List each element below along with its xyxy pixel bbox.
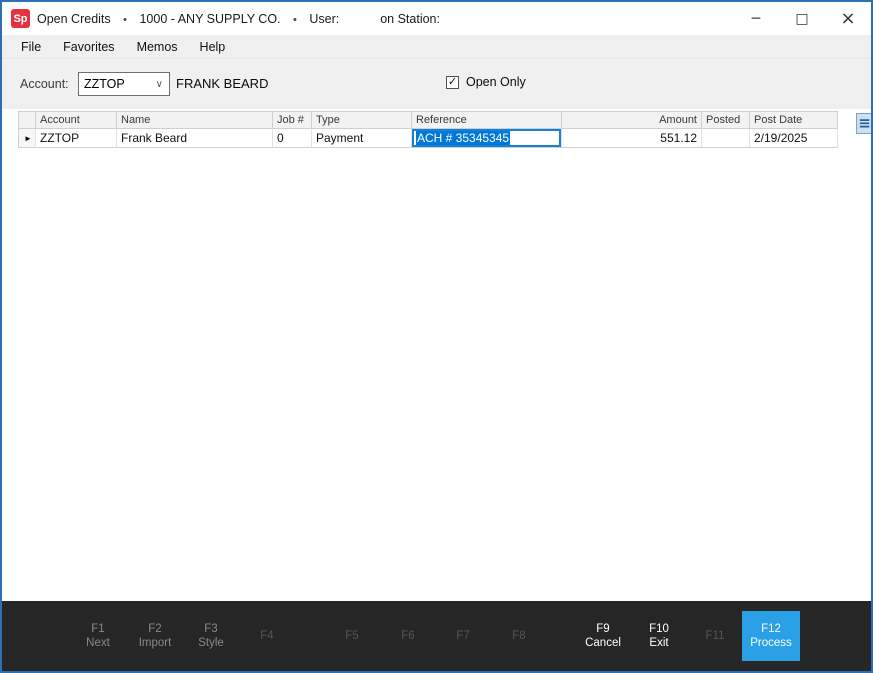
fkey-f2-label: Import [127,636,183,650]
minimize-icon: ─ [752,11,760,27]
account-name-display: FRANK BEARD [176,76,268,91]
fkey-f12-process-button[interactable]: F12 Process [742,611,800,661]
grid-header-selector [18,111,36,129]
grid-zone: Account Name Job # Type Reference Amount… [2,109,871,601]
close-button[interactable]: × [825,2,871,35]
grid-header-row: Account Name Job # Type Reference Amount… [18,111,838,129]
fkey-f6: F6 [380,629,436,643]
menu-item-help[interactable]: Help [189,37,237,57]
maximize-button[interactable]: □ [779,2,825,35]
fkey-f10-key: F10 [631,622,687,636]
fkey-f4: F4 [239,629,295,643]
fkey-f1-key: F1 [70,622,126,636]
open-only-checkbox-group[interactable]: ✓ Open Only [446,75,526,89]
fkey-f1-label: Next [70,636,126,650]
fkey-f3: F3 Style [183,622,239,650]
cell-type[interactable]: Payment [312,129,412,148]
grid-menu-icon[interactable]: ≡ [856,113,873,134]
fkey-f5: F5 [324,629,380,643]
chevron-down-icon: ∨ [156,79,163,90]
window-title: Open Credits • 1000 - ANY SUPPLY CO. • U… [37,12,440,26]
cell-account[interactable]: ZZTOP [36,129,117,148]
fkey-f12-key: F12 [761,622,781,636]
grid-header-posted[interactable]: Posted [702,111,750,129]
app-logo-icon: Sp [11,9,30,28]
menu-item-file[interactable]: File [10,37,52,57]
cell-reference[interactable]: ACH # 35345345 [412,129,562,148]
fkey-f7: F7 [435,629,491,643]
fkey-f2: F2 Import [127,622,183,650]
menu-bar: File Favorites Memos Help [2,35,871,59]
fkey-f1: F1 Next [70,622,126,650]
app-window: Sp Open Credits • 1000 - ANY SUPPLY CO. … [0,0,873,673]
menu-item-memos[interactable]: Memos [126,37,189,57]
minimize-button[interactable]: ─ [733,2,779,35]
grid-header-type[interactable]: Type [312,111,412,129]
fkey-f7-key: F7 [435,629,491,643]
function-key-bar: F1 Next F2 Import F3 Style F4 F5 F6 F7 F… [2,601,871,671]
cell-job[interactable]: 0 [273,129,312,148]
title-station-label: on Station: [380,12,440,26]
credits-grid: Account Name Job # Type Reference Amount… [18,111,838,148]
row-selector-arrow-icon[interactable]: ► [18,129,36,148]
fkey-f11: F11 [687,629,743,643]
title-bar: Sp Open Credits • 1000 - ANY SUPPLY CO. … [2,2,871,35]
fkey-f11-key: F11 [687,629,743,643]
grid-header-name[interactable]: Name [117,111,273,129]
grid-header-postdate[interactable]: Post Date [750,111,838,129]
fkey-f3-label: Style [183,636,239,650]
fkey-f9-key: F9 [575,622,631,636]
title-bullet: • [293,14,297,26]
reference-edit-field[interactable]: ACH # 35345345 [412,129,561,147]
cell-postdate[interactable]: 2/19/2025 [750,129,838,148]
fkey-f9-cancel[interactable]: F9 Cancel [575,622,631,650]
fkey-f3-key: F3 [183,622,239,636]
title-company: 1000 - ANY SUPPLY CO. [139,12,280,26]
account-label: Account: [20,77,69,91]
open-only-checkbox[interactable]: ✓ [446,76,459,89]
maximize-icon: □ [795,11,808,27]
fkey-f9-label: Cancel [575,636,631,650]
fkey-f6-key: F6 [380,629,436,643]
close-icon: × [840,8,855,29]
cell-amount[interactable]: 551.12 [562,129,702,148]
fkey-f12-label: Process [750,636,792,650]
grid-header-job[interactable]: Job # [273,111,312,129]
menu-item-favorites[interactable]: Favorites [52,37,125,57]
window-controls: ─ □ × [733,2,871,35]
fkey-f2-key: F2 [127,622,183,636]
title-user-label: User: [309,12,339,26]
grid-header-reference[interactable]: Reference [412,111,562,129]
cell-posted[interactable] [702,129,750,148]
fkey-f8: F8 [491,629,547,643]
grid-header-amount[interactable]: Amount [562,111,702,129]
fkey-f5-key: F5 [324,629,380,643]
grid-header-account[interactable]: Account [36,111,117,129]
fkey-f10-label: Exit [631,636,687,650]
fkey-f8-key: F8 [491,629,547,643]
account-band: Account: ZZTOP ∨ FRANK BEARD ✓ Open Only [2,59,871,109]
title-bullet: • [123,14,127,26]
account-dropdown[interactable]: ZZTOP ∨ [78,72,170,96]
open-only-label: Open Only [466,75,526,89]
reference-selected-text: ACH # 35345345 [416,131,510,145]
fkey-f4-key: F4 [239,629,295,643]
app-logo-text: Sp [13,13,27,25]
checkmark-icon: ✓ [448,77,457,88]
fkey-f10-exit[interactable]: F10 Exit [631,622,687,650]
account-dropdown-value: ZZTOP [84,77,125,91]
title-app-name: Open Credits [37,12,111,26]
table-row[interactable]: ► ZZTOP Frank Beard 0 Payment ACH # 3534… [18,129,838,148]
cell-name[interactable]: Frank Beard [117,129,273,148]
